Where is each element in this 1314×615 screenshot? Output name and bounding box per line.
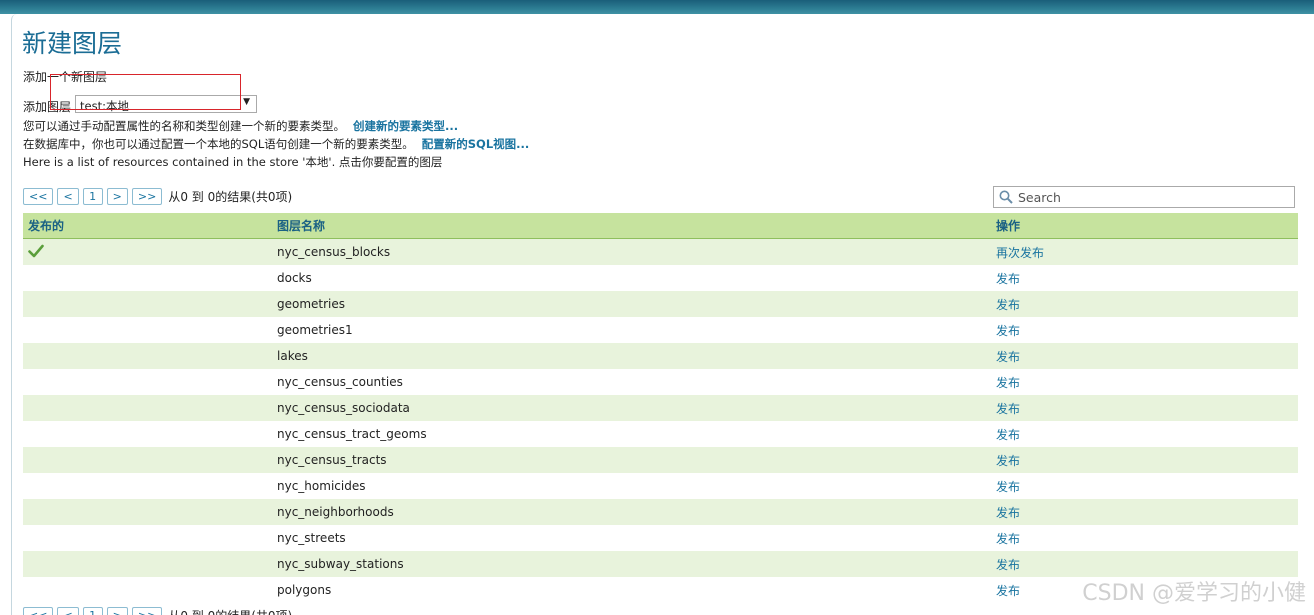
publish-action-link[interactable]: 发布 xyxy=(991,374,1298,391)
pager-prev-button[interactable]: < xyxy=(57,188,79,205)
table-row: docks 发布 xyxy=(23,265,1298,291)
pager-result-text: 从0 到 0的结果(共0项) xyxy=(168,607,292,615)
search-input[interactable]: Search xyxy=(993,186,1295,208)
layers-table: 发布的 图层名称 操作 nyc_census_blocks 再次发布 docks 发布… xyxy=(23,213,1298,603)
publish-action-link[interactable]: 发布 xyxy=(991,426,1298,443)
check-icon xyxy=(28,244,44,257)
layer-name-cell: geometries xyxy=(277,297,346,311)
header-actions: 操作 xyxy=(996,219,1021,233)
pager-next-button[interactable]: > xyxy=(106,607,128,615)
layer-name-cell: geometries1 xyxy=(277,323,353,337)
table-row: nyc_census_tracts 发布 xyxy=(23,447,1298,473)
header-published[interactable]: 发布的 xyxy=(23,217,272,234)
layer-name-cell: nyc_census_counties xyxy=(277,375,403,389)
create-feature-type-link[interactable]: 创建新的要素类型... xyxy=(353,119,458,133)
publish-action-link[interactable]: 发布 xyxy=(991,504,1298,521)
info-line-1-text: 您可以通过手动配置属性的名称和类型创建一个新的要素类型。 xyxy=(23,119,345,133)
table-row: nyc_census_counties 发布 xyxy=(23,369,1298,395)
publish-action-link[interactable]: 发布 xyxy=(991,296,1298,313)
info-line-1: 您可以通过手动配置属性的名称和类型创建一个新的要素类型。 创建新的要素类型... xyxy=(23,118,458,134)
table-row: nyc_neighborhoods 发布 xyxy=(23,499,1298,525)
pager-result-text: 从0 到 0的结果(共0项) xyxy=(168,190,293,204)
table-row: geometries1 发布 xyxy=(23,317,1298,343)
table-row: lakes 发布 xyxy=(23,343,1298,369)
layer-name-cell: nyc_homicides xyxy=(277,479,366,493)
header-layer-name[interactable]: 图层名称 xyxy=(272,217,991,234)
table-row: nyc_census_blocks 再次发布 xyxy=(23,239,1298,265)
publish-action-link[interactable]: 发布 xyxy=(991,270,1298,287)
publish-action-link[interactable]: 发布 xyxy=(991,322,1298,339)
info-line-2: 在数据库中，你也可以通过配置一个本地的SQL语句创建一个新的要素类型。 配置新的S… xyxy=(23,136,529,152)
pager-bottom: << < 1 > >> 从0 到 0的结果(共0项) xyxy=(23,607,292,615)
layer-name-cell: nyc_neighborhoods xyxy=(277,505,394,519)
publish-action-link[interactable]: 发布 xyxy=(991,530,1298,547)
table-header: 发布的 图层名称 操作 xyxy=(23,213,1298,239)
search-icon xyxy=(999,190,1013,204)
info-line-3: Here is a list of resources contained in… xyxy=(23,155,443,169)
table-row: nyc_census_tract_geoms 发布 xyxy=(23,421,1298,447)
search-placeholder: Search xyxy=(1018,190,1061,205)
layer-name-cell: nyc_streets xyxy=(277,531,346,545)
info-line-2-text: 在数据库中，你也可以通过配置一个本地的SQL语句创建一个新的要素类型。 xyxy=(23,137,414,151)
pager-last-button[interactable]: >> xyxy=(131,188,163,205)
layer-name-cell: nyc_subway_stations xyxy=(277,557,404,571)
page-subtitle: 添加一个新图层 xyxy=(23,70,108,84)
page-title: 新建图层 xyxy=(22,29,123,58)
add-layer-label: 添加图层 xyxy=(23,100,72,114)
publish-action-link[interactable]: 发布 xyxy=(991,400,1298,417)
pager-first-button[interactable]: << xyxy=(23,188,54,205)
publish-action-link[interactable]: 发布 xyxy=(991,348,1298,365)
pager-page-button[interactable]: 1 xyxy=(82,607,103,615)
pager-first-button[interactable]: << xyxy=(23,607,54,615)
dropdown-arrow-icon[interactable]: ▼ xyxy=(243,97,250,107)
content-frame: 新建图层 添加一个新图层 添加图层 test:本地 ▼ 您可以通过手动配置属性的… xyxy=(11,14,1314,615)
pager-prev-button[interactable]: < xyxy=(57,607,79,615)
pager-last-button[interactable]: >> xyxy=(131,607,163,615)
table-row: nyc_census_sociodata 发布 xyxy=(23,395,1298,421)
pager-page-button[interactable]: 1 xyxy=(82,188,103,205)
configure-sql-view-link[interactable]: 配置新的SQL视图... xyxy=(422,137,530,151)
table-row: geometries 发布 xyxy=(23,291,1298,317)
store-select[interactable]: test:本地 ▼ xyxy=(75,95,257,113)
layer-name-cell: polygons xyxy=(277,583,332,597)
pager-top: << < 1 > >> 从0 到 0的结果(共0项) xyxy=(23,188,292,205)
publish-action-link[interactable]: 发布 xyxy=(991,478,1298,495)
published-cell xyxy=(23,244,272,261)
table-row: nyc_subway_stations 发布 xyxy=(23,551,1298,577)
watermark: CSDN @爱学习的小健 xyxy=(1082,581,1306,606)
publish-action-link[interactable]: 再次发布 xyxy=(991,244,1298,261)
layer-name-cell: nyc_census_sociodata xyxy=(277,401,410,415)
store-select-value: test:本地 xyxy=(80,99,129,113)
layer-name-cell: nyc_census_tracts xyxy=(277,453,387,467)
publish-action-link[interactable]: 发布 xyxy=(991,556,1298,573)
layer-name-cell: lakes xyxy=(277,349,308,363)
pager-next-button[interactable]: > xyxy=(106,188,128,205)
table-row: nyc_streets 发布 xyxy=(23,525,1298,551)
publish-action-link[interactable]: 发布 xyxy=(991,452,1298,469)
table-row: nyc_homicides 发布 xyxy=(23,473,1298,499)
layer-name-cell: nyc_census_tract_geoms xyxy=(277,427,427,441)
table-body: nyc_census_blocks 再次发布 docks 发布 geometries 发布… xyxy=(23,239,1298,603)
layer-name-cell: nyc_census_blocks xyxy=(277,245,391,259)
top-banner xyxy=(0,0,1314,14)
layer-name-cell: docks xyxy=(277,271,312,285)
